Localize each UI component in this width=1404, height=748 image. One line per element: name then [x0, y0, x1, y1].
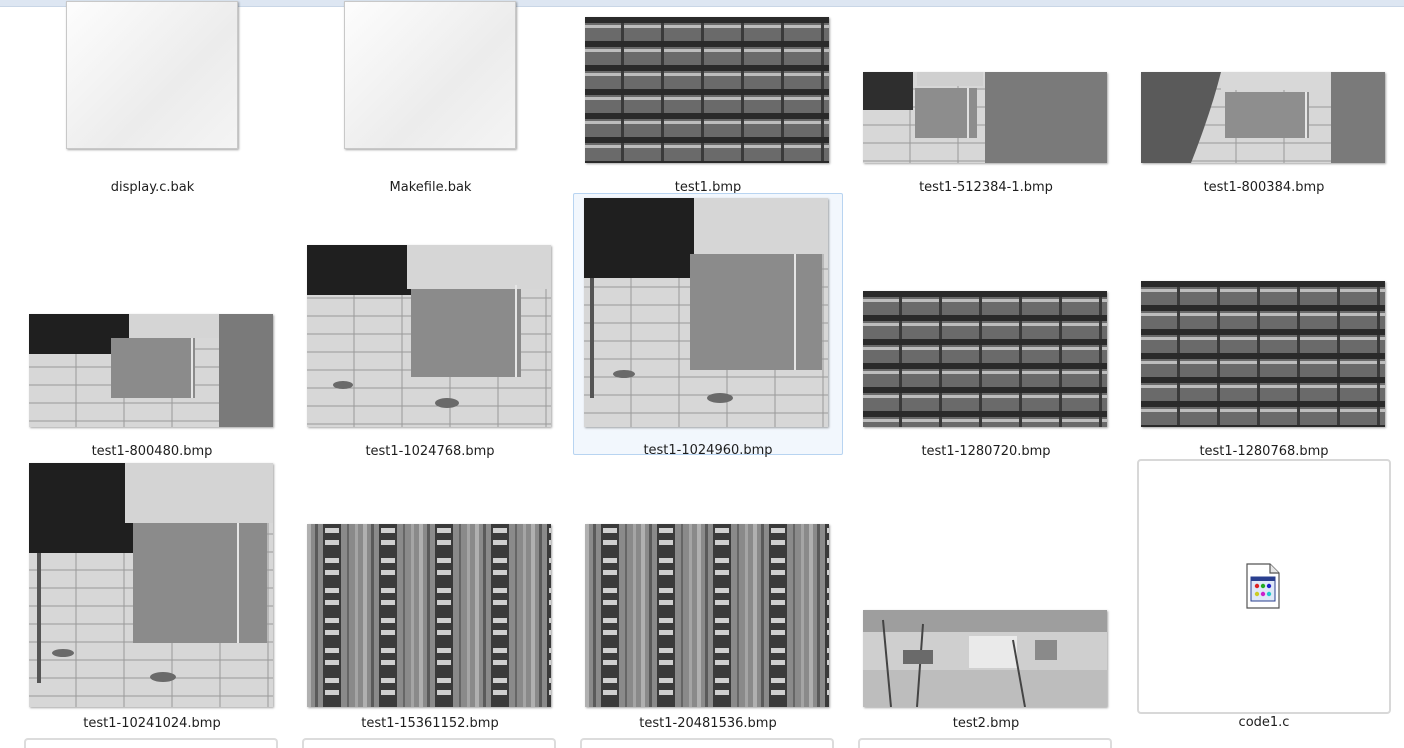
c-source-file-icon [1246, 563, 1280, 609]
file-item[interactable] [1137, 459, 1391, 714]
file-item[interactable]: test1-512384-1.bmp [852, 0, 1120, 195]
file-item[interactable]: test1-20481536.bmp [574, 457, 842, 737]
image-thumbnail [863, 72, 1107, 163]
next-row-item-edge [24, 738, 278, 748]
file-name: test1-15361152.bmp [361, 716, 499, 731]
file-grid-view[interactable]: display.c.bak Makefile.bak test1.bmp tes… [0, 1, 1404, 748]
file-item[interactable]: display.c.bak [30, 0, 275, 195]
file-item[interactable]: test1-1024768.bmp [296, 193, 564, 461]
next-row-item-edge [580, 738, 834, 748]
blank-document-icon [344, 1, 516, 149]
image-thumbnail [1141, 281, 1385, 427]
file-name: test2.bmp [952, 716, 1020, 731]
file-item[interactable]: test1-10241024.bmp [18, 457, 286, 737]
file-item[interactable]: test1-15361152.bmp [296, 457, 564, 737]
file-item[interactable]: test1-800480.bmp [18, 193, 286, 461]
blank-document-icon [66, 1, 238, 149]
next-row-item-edge [858, 738, 1112, 748]
image-thumbnail [29, 463, 273, 707]
file-item[interactable]: test1-800384.bmp [1130, 0, 1398, 195]
file-item[interactable]: test2.bmp [852, 457, 1120, 737]
file-item-selected[interactable]: test1-1024960.bmp [573, 193, 843, 458]
file-name: code1.c [1238, 715, 1290, 730]
file-name: test1-1024960.bmp [643, 443, 773, 458]
file-item[interactable]: test1.bmp [574, 0, 842, 195]
image-thumbnail [863, 610, 1107, 707]
image-thumbnail [585, 524, 829, 707]
image-thumbnail [585, 17, 829, 163]
image-thumbnail [307, 524, 551, 707]
file-item[interactable]: test1-1280768.bmp [1130, 193, 1398, 461]
image-thumbnail [307, 245, 551, 427]
file-item[interactable]: test1-1280720.bmp [852, 193, 1120, 461]
image-thumbnail [863, 291, 1107, 427]
file-name: test1-10241024.bmp [83, 716, 221, 731]
image-thumbnail [29, 314, 273, 427]
next-row-item-edge [302, 738, 556, 748]
file-name: test1-1280768.bmp [1199, 444, 1329, 459]
file-name: test1-20481536.bmp [639, 716, 777, 731]
image-thumbnail [584, 198, 828, 427]
image-thumbnail [1141, 72, 1385, 163]
file-item[interactable]: Makefile.bak [308, 0, 553, 195]
